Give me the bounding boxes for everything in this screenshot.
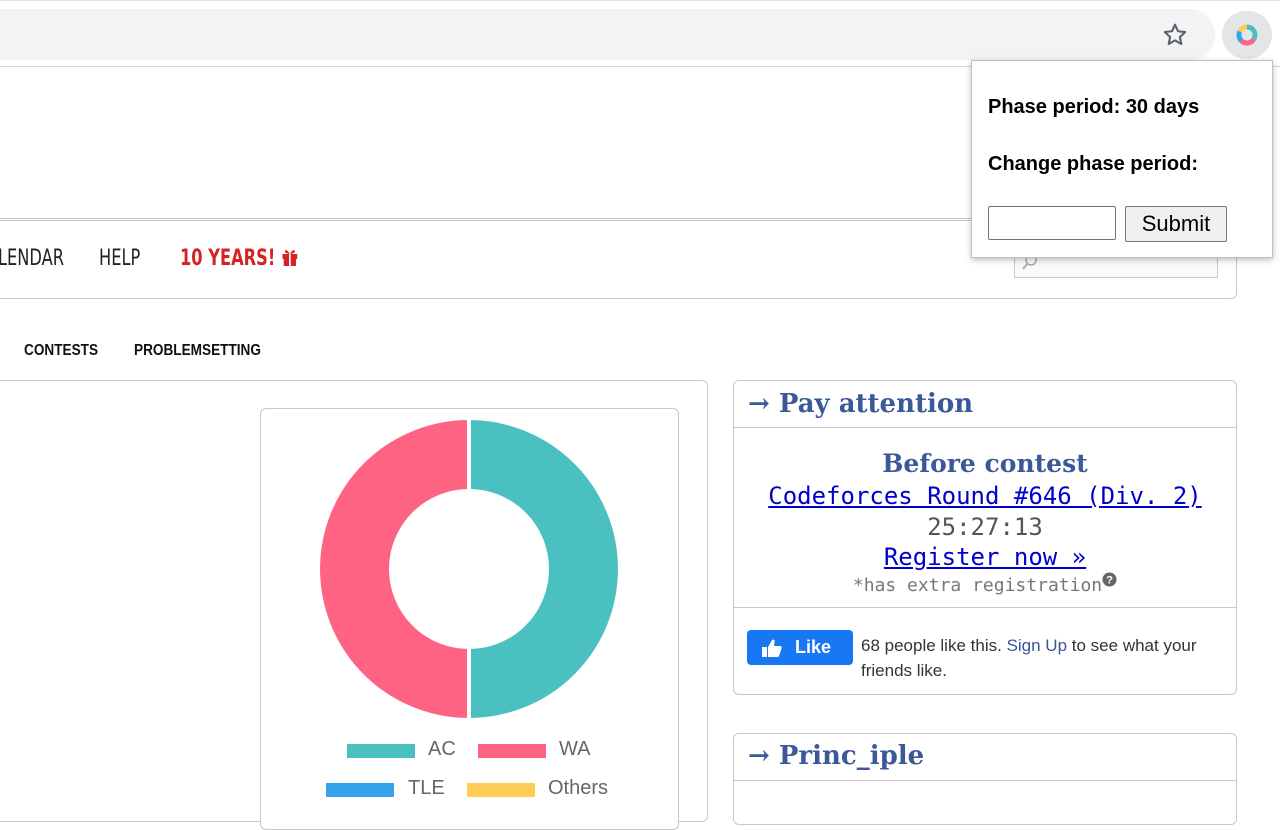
before-contest-label: Before contest	[882, 449, 1088, 478]
extra-registration-text: *has extra registration	[852, 575, 1103, 596]
princ-iple-title: → Princ_iple	[748, 741, 925, 771]
legend-label-others[interactable]: Others	[548, 777, 608, 800]
phase-period-input[interactable]	[988, 206, 1116, 240]
change-phase-label: Change phase period:	[988, 153, 1199, 175]
menu-item-10-years-label: 10 YEARS!	[180, 246, 276, 271]
pay-attention-divider	[734, 427, 1236, 428]
phase-period-label: Phase period: 30 days	[988, 96, 1200, 118]
legend-swatch-tle[interactable]	[326, 783, 394, 797]
register-link[interactable]: Register now »	[884, 543, 1086, 571]
donut-slice-wa[interactable]	[316, 415, 471, 723]
submit-button[interactable]: Submit	[1125, 206, 1227, 242]
donut-slice-ac[interactable]	[467, 415, 622, 723]
menu-item-calendar[interactable]: LENDAR	[0, 246, 64, 271]
menu-item-10-years[interactable]: 10 YEARS!	[180, 246, 299, 271]
legend-swatch-wa[interactable]	[478, 744, 546, 758]
facebook-like-label: Like	[795, 637, 832, 657]
extension-popup: Phase period: 30 days Change phase perio…	[971, 60, 1273, 258]
question-circle-icon[interactable]: ?	[1102, 572, 1117, 587]
star-icon[interactable]	[1161, 21, 1189, 49]
pay-attention-title: → Pay attention	[748, 389, 974, 419]
pay-attention-divider-2	[734, 607, 1236, 608]
facebook-like-text: 68 people like this. Sign Up to see what…	[861, 633, 1221, 683]
extra-registration-note: *has extra registration?	[734, 572, 1236, 596]
pie-chart-extension-icon	[1236, 24, 1258, 46]
legend-label-wa[interactable]: WA	[559, 738, 590, 761]
legend-label-tle[interactable]: TLE	[408, 777, 445, 800]
register-link-wrap: Register now »	[734, 543, 1236, 571]
extension-button[interactable]	[1222, 11, 1272, 59]
facebook-signup-link[interactable]: Sign Up	[1007, 636, 1067, 655]
princ-iple-divider	[734, 780, 1236, 781]
menu-item-help[interactable]: HELP	[99, 246, 140, 271]
legend-label-ac[interactable]: AC	[428, 738, 456, 761]
thumbs-up-icon	[762, 639, 782, 657]
tab-strip-edge	[0, 0, 1280, 1]
facebook-like-button[interactable]: Like	[747, 630, 853, 665]
gift-icon	[282, 250, 298, 266]
facebook-like-count: 68 people like this.	[861, 636, 1002, 655]
verdict-donut-chart	[316, 415, 622, 723]
countdown-timer: 25:27:13	[927, 513, 1043, 541]
subnav-contests[interactable]: CONTESTS	[24, 342, 98, 360]
svg-text:?: ?	[1106, 575, 1113, 587]
contest-link[interactable]: Codeforces Round #646 (Div. 2)	[768, 482, 1201, 510]
legend-swatch-ac[interactable]	[347, 744, 415, 758]
princ-iple-box: → Princ_iple	[733, 733, 1237, 825]
legend-swatch-others[interactable]	[467, 783, 535, 797]
address-bar[interactable]	[0, 9, 1215, 60]
subnav-problemsetting[interactable]: PROBLEMSETTING	[134, 342, 261, 360]
contest-link-wrap: Codeforces Round #646 (Div. 2)	[734, 482, 1236, 510]
